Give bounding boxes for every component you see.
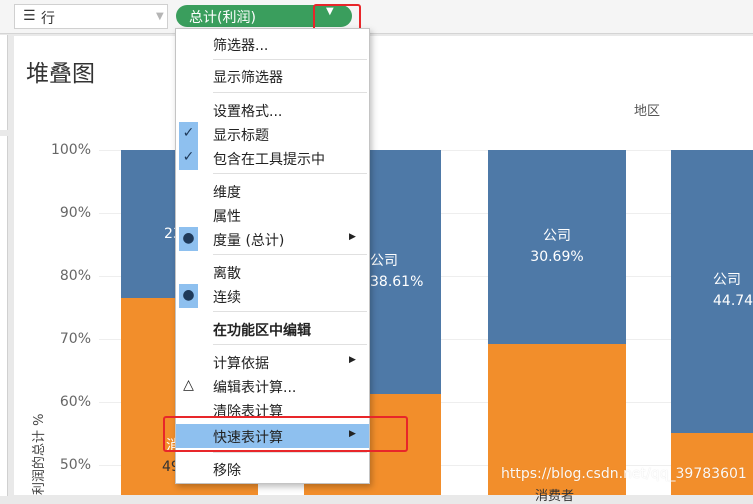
menu-item-filter[interactable]: 筛选器... <box>176 32 369 56</box>
bar-segment-consumer[interactable] <box>671 433 753 495</box>
menu-separator <box>213 59 367 60</box>
y-axis-title: 利润的总计 % <box>32 413 47 496</box>
y-tick: 60% <box>59 394 91 410</box>
submenu-arrow-icon: ▶ <box>349 232 356 242</box>
y-tick: 100% <box>50 142 91 158</box>
menu-item-label: 维度 <box>213 185 241 201</box>
bar-category-label: 公司 <box>543 228 571 244</box>
bar-value-label: 30.69% <box>530 249 584 265</box>
menu-separator <box>213 311 367 312</box>
menu-item-label: 筛选器... <box>213 38 269 54</box>
menu-item-label: 属性 <box>213 209 241 225</box>
check-icon: ✓ <box>182 149 195 165</box>
menu-item-label: 计算依据 <box>213 356 269 372</box>
submenu-arrow-icon: ▶ <box>349 355 356 365</box>
menu-item-label: 离散 <box>213 266 241 282</box>
menu-item-label: 移除 <box>213 463 241 479</box>
menu-item-format[interactable]: 设置格式... <box>176 98 369 122</box>
menu-item-attribute[interactable]: 属性 <box>176 203 369 227</box>
bar-category-label: 公司 <box>713 272 741 288</box>
menu-item-label: 设置格式... <box>213 104 283 120</box>
annotation-box-quick-table-calc <box>163 416 408 452</box>
menu-item-discrete[interactable]: 离散 <box>176 260 369 284</box>
menu-separator <box>213 452 367 453</box>
measure-pill-label: 总计(利润) <box>189 10 256 26</box>
menu-item-include-tooltip[interactable]: ✓ 包含在工具提示中 <box>176 146 369 170</box>
menu-item-label: 显示标题 <box>213 128 269 144</box>
menu-item-label: 在功能区中编辑 <box>213 323 311 339</box>
menu-item-label: 度量 (总计) <box>213 233 285 249</box>
bullet-icon: ● <box>182 287 195 303</box>
menu-item-edit-table-calc[interactable]: △ 编辑表计算... <box>176 374 369 398</box>
left-panel-bottom <box>0 136 8 496</box>
menu-item-label: 包含在工具提示中 <box>213 152 325 168</box>
menu-separator <box>213 344 367 345</box>
menu-item-show-header[interactable]: ✓ 显示标题 <box>176 122 369 146</box>
rows-shelf-label: 行 <box>41 11 55 27</box>
bar-category-label: 公司 <box>370 253 398 269</box>
column-header-region: 地区 <box>634 104 661 119</box>
left-panel-top <box>0 35 8 130</box>
menu-item-remove[interactable]: 移除 <box>176 457 369 481</box>
bar-value-label: 44.74 <box>713 293 753 309</box>
menu-item-label: 连续 <box>213 290 241 306</box>
bullet-icon: ● <box>182 230 195 246</box>
menu-separator <box>213 254 367 255</box>
y-tick: 50% <box>59 457 91 473</box>
bar-value-label: 38.61% <box>370 274 424 290</box>
check-icon: ✓ <box>182 125 195 141</box>
menu-item-show-filter[interactable]: 显示筛选器 <box>176 64 369 88</box>
y-tick: 80% <box>59 268 91 284</box>
y-tick: 90% <box>59 205 91 221</box>
chevron-down-icon[interactable]: ▼ <box>156 11 164 22</box>
sheet-title: 堆叠图 <box>26 61 95 87</box>
y-tick: 70% <box>59 331 91 347</box>
menu-separator <box>213 92 367 93</box>
menu-item-dimension[interactable]: 维度 <box>176 179 369 203</box>
rows-icon: ☰ <box>23 8 36 24</box>
delta-icon: △ <box>183 377 194 393</box>
menu-separator <box>213 173 367 174</box>
menu-item-compute-using[interactable]: 计算依据 ▶ <box>176 350 369 374</box>
menu-item-edit-in-shelf[interactable]: 在功能区中编辑 <box>176 317 369 341</box>
menu-item-continuous[interactable]: ● 连续 <box>176 284 369 308</box>
watermark: https://blog.csdn.net/qq_39783601 <box>501 466 747 482</box>
menu-item-measure[interactable]: ● 度量 (总计) ▶ <box>176 227 369 251</box>
menu-item-label: 编辑表计算... <box>213 380 297 396</box>
rows-shelf[interactable]: ☰ 行 ▼ <box>14 4 168 29</box>
menu-item-label: 显示筛选器 <box>213 70 283 86</box>
